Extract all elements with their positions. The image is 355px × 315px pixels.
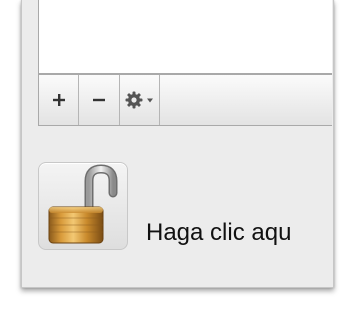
item-list[interactable] bbox=[38, 0, 332, 74]
minus-icon bbox=[93, 98, 105, 102]
gear-icon bbox=[125, 91, 143, 109]
lock-button[interactable] bbox=[38, 162, 128, 250]
add-button[interactable] bbox=[39, 75, 79, 125]
chevron-down-icon bbox=[147, 98, 153, 103]
unlocked-padlock-icon bbox=[48, 164, 118, 244]
remove-button[interactable] bbox=[79, 75, 120, 125]
plus-icon bbox=[52, 94, 65, 106]
action-menu-button[interactable] bbox=[120, 75, 160, 125]
list-toolbar bbox=[38, 74, 332, 126]
lock-label: Haga clic aqu bbox=[146, 219, 292, 246]
